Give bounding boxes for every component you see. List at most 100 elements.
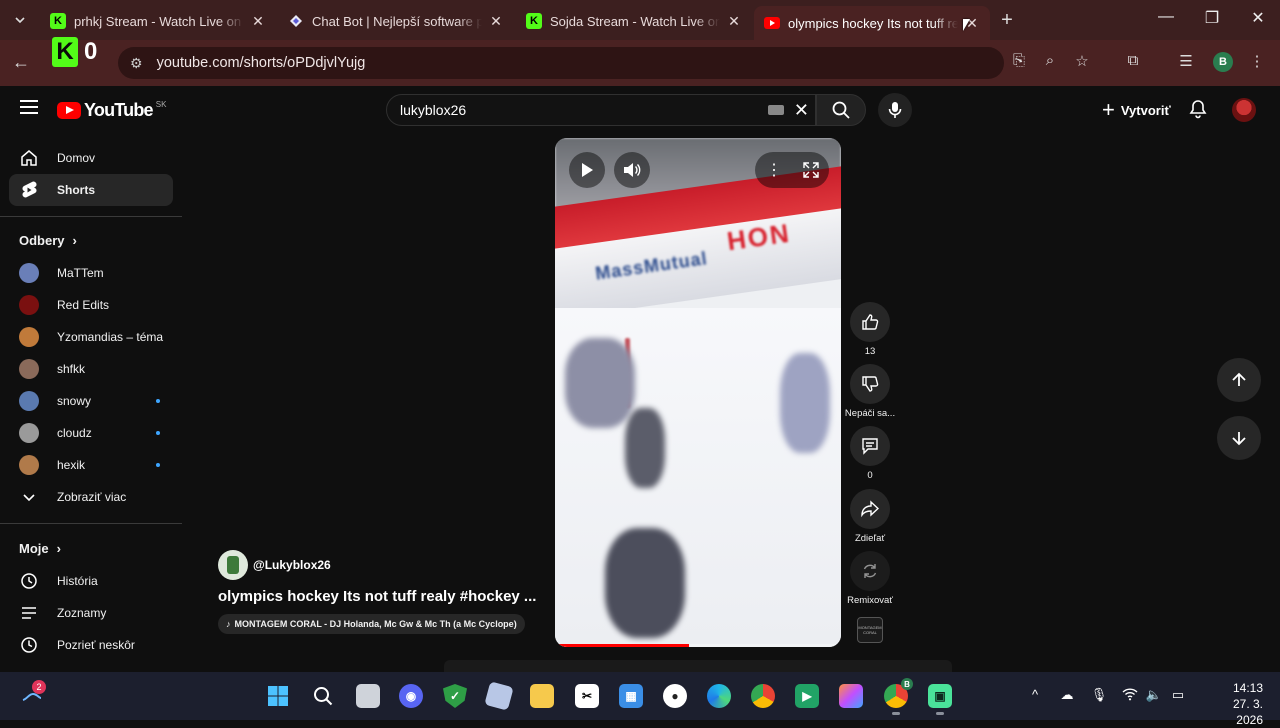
you-heading[interactable]: Moje › xyxy=(19,541,61,556)
sidebar-item-history[interactable]: História xyxy=(9,565,173,597)
onedrive-cloud-icon[interactable]: ☁ xyxy=(1058,687,1076,703)
taskbar-search-icon[interactable] xyxy=(311,684,335,708)
extensions-icon[interactable]: ⧉ xyxy=(1122,52,1144,69)
notifications-bell-icon[interactable] xyxy=(1188,99,1208,124)
edge-browser-icon[interactable] xyxy=(707,684,731,708)
sidebar-item-watch-later[interactable]: Pozrieť neskôr xyxy=(9,629,173,661)
sidebar-item-shorts[interactable]: Shorts xyxy=(9,174,173,206)
new-tab-button[interactable]: + xyxy=(997,9,1017,32)
sidebar-item-subscription[interactable]: Red Edits xyxy=(9,289,173,321)
tab-search-button[interactable] xyxy=(6,6,34,34)
account-avatar[interactable] xyxy=(1232,98,1256,122)
youtube-logo[interactable]: YouTube SK xyxy=(57,100,166,121)
windows-start-icon[interactable] xyxy=(266,684,290,708)
profile-avatar[interactable]: B xyxy=(1213,52,1233,72)
capcut-icon[interactable]: ✂ xyxy=(575,684,599,708)
like-count: 13 xyxy=(864,346,876,357)
browser-tab[interactable]: K prhkj Stream - Watch Live on Kick ✕ xyxy=(40,6,276,36)
bookmark-star-icon[interactable]: ☆ xyxy=(1071,52,1093,70)
voice-search-button[interactable] xyxy=(878,93,912,127)
browser-tab-active[interactable]: olympics hockey Its not tuff realy ✕ xyxy=(754,6,990,40)
sidebar-item-subscription[interactable]: cloudz xyxy=(9,417,173,449)
share-arrow-icon xyxy=(861,500,879,518)
zoom-icon[interactable]: ⌕ xyxy=(1039,52,1061,69)
share-action[interactable]: Zdieľať xyxy=(849,489,891,544)
remix-action[interactable]: Remixovať xyxy=(847,551,893,606)
shorts-video-player[interactable]: MassMutual HON ⋮ xyxy=(555,138,841,647)
microphone-icon[interactable]: 🎙 xyxy=(1090,687,1108,703)
sidebar-item-subscription[interactable]: shfkk xyxy=(9,353,173,385)
sidebar-item-home[interactable]: Domov xyxy=(9,142,173,174)
excel-game-icon[interactable]: ▶ xyxy=(795,684,819,708)
like-action[interactable]: 13 xyxy=(849,302,891,357)
previous-short-button[interactable] xyxy=(1217,358,1261,402)
install-app-icon[interactable]: ⎘ xyxy=(1008,52,1030,69)
channel-handle[interactable]: @Lukyblox26 xyxy=(253,558,331,572)
clock-time: 14:13 xyxy=(1232,681,1263,695)
search-button[interactable] xyxy=(816,94,866,126)
channel-avatar-icon xyxy=(19,423,39,443)
battery-icon[interactable]: ▭ xyxy=(1169,687,1187,703)
browser-tab[interactable]: Chat Bot | Nejlepší software pro ✕ xyxy=(278,6,514,36)
channel-avatar[interactable] xyxy=(218,550,248,580)
sidebar-item-show-more[interactable]: Zobraziť viac xyxy=(9,481,173,513)
task-view-icon[interactable] xyxy=(356,684,380,708)
menu-kebab-icon[interactable]: ⋮ xyxy=(1246,52,1268,70)
microsoft-store-icon[interactable]: ▦ xyxy=(619,684,643,708)
keyboard-icon[interactable] xyxy=(767,105,784,115)
maximize-button[interactable]: ❐ xyxy=(1197,8,1227,28)
comments-action[interactable]: 0 xyxy=(849,426,891,481)
short-title[interactable]: olympics hockey Its not tuff realy #hock… xyxy=(218,588,536,605)
sidebar-item-label: Red Edits xyxy=(57,298,110,312)
create-button[interactable]: + Vytvoriť xyxy=(1096,96,1177,124)
dislike-action[interactable]: Nepáči sa... xyxy=(845,364,895,419)
next-short-button[interactable] xyxy=(1217,416,1261,460)
gamepad-app-icon[interactable]: ● xyxy=(663,684,687,708)
subscriptions-heading[interactable]: Odbery › xyxy=(19,233,77,248)
tab-close-icon[interactable]: ✕ xyxy=(726,13,742,30)
video-progress-bar[interactable] xyxy=(555,644,841,647)
sidebar-item-subscription[interactable]: MaTTem xyxy=(9,257,173,289)
hamburger-menu-icon[interactable] xyxy=(20,100,38,118)
taskbar-clock[interactable]: 14:13 27. 3. 2026 xyxy=(1203,680,1263,728)
like-button[interactable] xyxy=(850,302,890,342)
chrome-profile-icon[interactable]: B xyxy=(884,678,913,715)
sidebar-item-subscription[interactable]: snowy xyxy=(9,385,173,417)
sidebar-item-subscription[interactable]: Yzomandias – téma xyxy=(9,321,173,353)
share-button[interactable] xyxy=(850,489,890,529)
comments-button[interactable] xyxy=(850,426,890,466)
chevron-up-icon[interactable]: ^ xyxy=(1026,687,1044,702)
back-arrow-icon[interactable]: ← xyxy=(12,52,30,73)
close-window-button[interactable]: ✕ xyxy=(1243,8,1273,28)
file-explorer-icon[interactable] xyxy=(530,684,554,708)
tab-close-icon[interactable]: ✕ xyxy=(488,13,504,30)
play-button[interactable] xyxy=(569,152,605,188)
media-control-icon[interactable]: ☰ xyxy=(1175,52,1197,70)
discord-icon[interactable]: ◉ xyxy=(399,684,423,708)
fullscreen-button[interactable] xyxy=(793,152,829,188)
copilot-icon[interactable] xyxy=(839,684,863,708)
share-label: Zdieľať xyxy=(854,533,886,544)
bot-app-icon[interactable]: ▣ xyxy=(928,684,952,715)
sidebar-item-subscription[interactable]: hexik xyxy=(9,449,173,481)
music-pill[interactable]: ♪ MONTAGEM CORAL - DJ Holanda, Mc Gw & M… xyxy=(218,614,525,634)
chrome-icon[interactable] xyxy=(751,684,775,708)
speaker-icon[interactable]: 🔈 xyxy=(1145,687,1163,703)
search-input[interactable]: lukyblox26 ✕ xyxy=(386,94,816,126)
minimize-button[interactable]: — xyxy=(1151,8,1181,26)
site-settings-icon[interactable]: ⚙ xyxy=(130,55,143,72)
volume-button[interactable] xyxy=(614,152,650,188)
tab-close-icon[interactable]: ✕ xyxy=(250,13,266,30)
bottom-panel-edge xyxy=(444,660,952,672)
browser-tab[interactable]: K Sojda Stream - Watch Live on Kick ✕ xyxy=(516,6,752,36)
tab-title: Chat Bot | Nejlepší software pro xyxy=(312,13,482,29)
clear-search-icon[interactable]: ✕ xyxy=(794,100,809,121)
dislike-button[interactable] xyxy=(850,364,890,404)
sidebar-item-playlists[interactable]: Zoznamy xyxy=(9,597,173,629)
remix-button[interactable] xyxy=(850,551,890,591)
more-options-button[interactable]: ⋮ xyxy=(756,152,792,188)
wifi-icon[interactable] xyxy=(1121,687,1139,704)
channel-avatar-icon xyxy=(19,455,39,475)
address-bar[interactable]: ⚙ youtube.com/shorts/oPDdjvlYujg xyxy=(118,47,1004,79)
sound-thumbnail[interactable]: MONTAGEM CORAL xyxy=(857,617,883,643)
